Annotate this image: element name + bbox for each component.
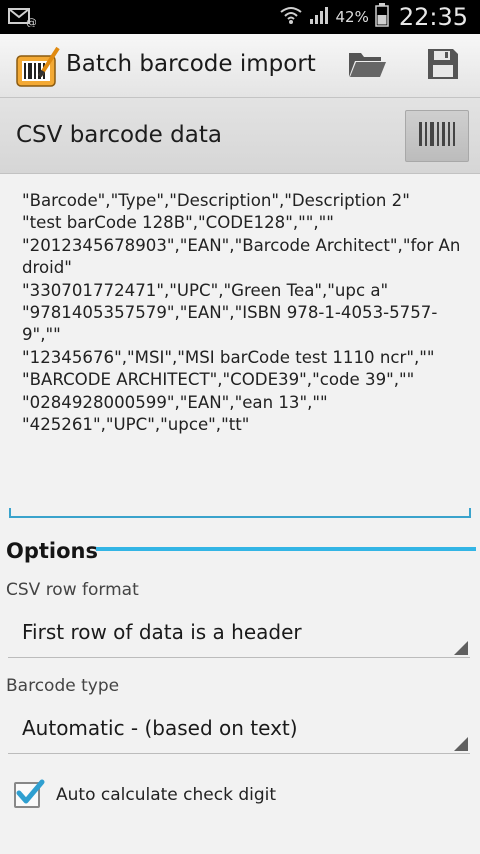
check-digit-row[interactable]: Auto calculate check digit	[14, 779, 277, 810]
battery-icon	[375, 3, 389, 31]
save-icon	[427, 48, 459, 84]
battery-percent: 42%	[335, 8, 369, 26]
status-bar: @ 42% 22:35	[0, 0, 480, 34]
row-format-label: CSV row format	[6, 580, 139, 600]
barcode-type-spinner[interactable]: Automatic - (based on text)	[8, 710, 470, 754]
app-barcode-icon	[16, 46, 60, 88]
action-bar: Batch barcode import	[0, 34, 480, 98]
row-format-value: First row of data is a header	[22, 620, 302, 644]
folder-open-icon	[347, 49, 387, 83]
barcode-type-value: Automatic - (based on text)	[22, 716, 298, 740]
save-button[interactable]	[422, 48, 464, 84]
svg-text:@: @	[26, 16, 36, 27]
textarea-underline	[9, 508, 471, 518]
csv-section-title: CSV barcode data	[16, 122, 222, 148]
options-divider	[96, 547, 476, 551]
row-format-spinner[interactable]: First row of data is a header	[8, 614, 470, 658]
barcode-type-label: Barcode type	[6, 676, 120, 696]
signal-icon	[309, 5, 329, 29]
spinner-arrow-icon	[454, 737, 468, 751]
email-icon: @	[8, 7, 37, 31]
app-title: Batch barcode import	[66, 51, 316, 77]
csv-data-textarea[interactable]: "Barcode","Type","Description","Descript…	[22, 190, 468, 490]
spinner-arrow-icon	[454, 641, 468, 655]
open-folder-button[interactable]	[346, 48, 388, 84]
barcode-scan-icon	[418, 121, 456, 151]
scan-barcode-button[interactable]	[405, 110, 469, 162]
check-digit-checkbox[interactable]	[14, 779, 45, 808]
clock: 22:35	[398, 3, 468, 31]
check-digit-label: Auto calculate check digit	[56, 785, 277, 805]
options-title: Options	[6, 539, 98, 563]
wifi-icon	[279, 5, 303, 29]
